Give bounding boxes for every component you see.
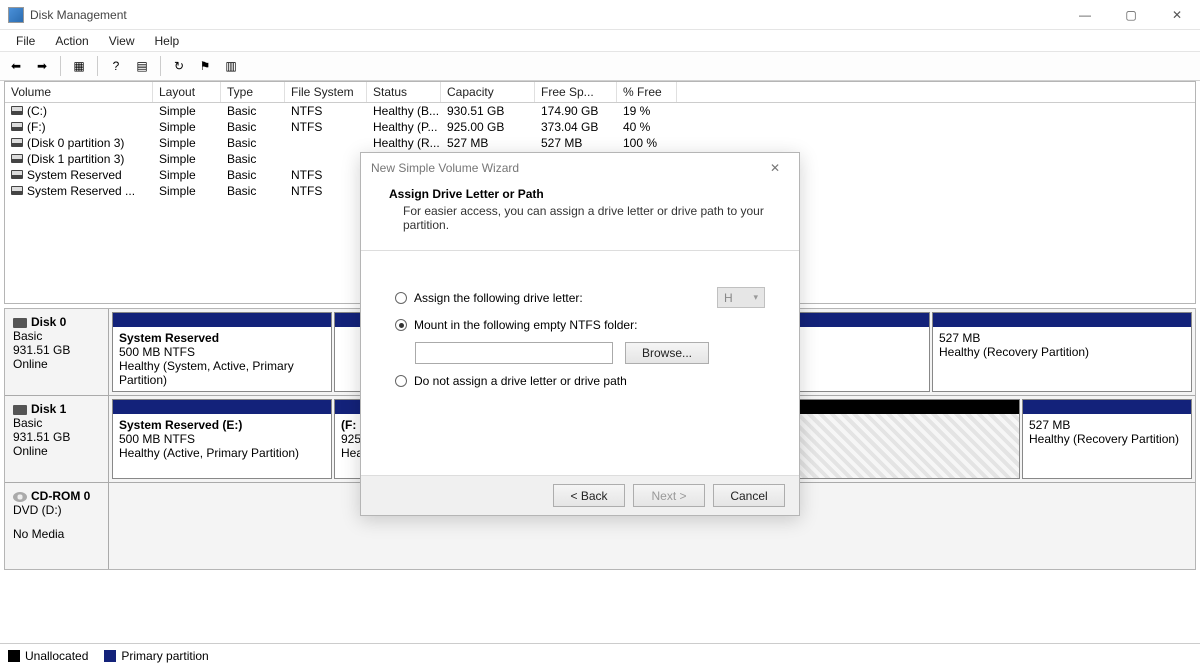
disk-info[interactable]: CD-ROM 0 DVD (D:) No Media — [5, 483, 109, 569]
col-cap[interactable]: Capacity — [441, 82, 535, 102]
mount-folder-input[interactable] — [415, 342, 613, 364]
properties-icon[interactable]: ▤ — [130, 55, 154, 77]
partition-header — [335, 400, 363, 414]
cancel-button[interactable]: Cancel — [713, 484, 785, 507]
volume-row[interactable]: (F:) SimpleBasicNTFSHealthy (P...925.00 … — [5, 119, 1195, 135]
menu-file[interactable]: File — [6, 32, 45, 50]
label-mount-folder: Mount in the following empty NTFS folder… — [414, 318, 637, 332]
menu-view[interactable]: View — [99, 32, 145, 50]
partition[interactable]: 527 MB Healthy (Recovery Partition) — [1022, 399, 1192, 479]
partition-header — [1023, 400, 1191, 414]
dialog-heading: Assign Drive Letter or Path — [389, 187, 779, 201]
drive-letter-combo: H▾ — [717, 287, 765, 308]
drive-icon — [11, 186, 23, 195]
partition[interactable]: 527 MB Healthy (Recovery Partition) — [932, 312, 1192, 392]
back-icon[interactable]: ⬅ — [4, 55, 28, 77]
label-no-assign: Do not assign a drive letter or drive pa… — [414, 374, 627, 388]
volume-row[interactable]: (C:) SimpleBasicNTFSHealthy (B...930.51 … — [5, 103, 1195, 119]
swatch-primary — [104, 650, 116, 662]
partition[interactable]: System Reserved 500 MB NTFS Healthy (Sys… — [112, 312, 332, 392]
radio-no-assign[interactable] — [395, 375, 407, 387]
partition[interactable]: System Reserved (E:) 500 MB NTFS Healthy… — [112, 399, 332, 479]
disk-icon — [13, 405, 27, 415]
flag-icon[interactable]: ⚑ — [193, 55, 217, 77]
toolbar: ⬅ ➡ ▦ ? ▤ ↻ ⚑ ▥ — [0, 52, 1200, 81]
window-title: Disk Management — [30, 8, 1062, 22]
disk-info[interactable]: Disk 1 Basic 931.51 GB Online — [5, 396, 109, 482]
close-button[interactable]: ✕ — [1154, 0, 1200, 30]
drive-icon — [11, 154, 23, 163]
col-type[interactable]: Type — [221, 82, 285, 102]
radio-assign-letter[interactable] — [395, 292, 407, 304]
col-status[interactable]: Status — [367, 82, 441, 102]
swatch-unallocated — [8, 650, 20, 662]
disk-mgmt-icon — [8, 7, 24, 23]
partition-header — [113, 313, 331, 327]
next-button[interactable]: Next > — [633, 484, 705, 507]
wizard-dialog: New Simple Volume Wizard ✕ Assign Drive … — [360, 152, 800, 516]
refresh-icon[interactable]: ↻ — [167, 55, 191, 77]
col-fs[interactable]: File System — [285, 82, 367, 102]
help-icon[interactable]: ? — [104, 55, 128, 77]
list-icon[interactable]: ▥ — [219, 55, 243, 77]
disk-icon — [13, 318, 27, 328]
back-button[interactable]: < Back — [553, 484, 625, 507]
radio-mount-folder[interactable] — [395, 319, 407, 331]
maximize-button[interactable]: ▢ — [1108, 0, 1154, 30]
col-free[interactable]: Free Sp... — [535, 82, 617, 102]
browse-button[interactable]: Browse... — [625, 342, 709, 364]
minimize-button[interactable]: — — [1062, 0, 1108, 30]
cdrom-icon — [13, 492, 27, 502]
drive-icon — [11, 138, 23, 147]
show-hide-icon[interactable]: ▦ — [67, 55, 91, 77]
col-volume[interactable]: Volume — [5, 82, 153, 102]
disk-info[interactable]: Disk 0 Basic 931.51 GB Online — [5, 309, 109, 395]
dialog-title: New Simple Volume Wizard — [371, 161, 519, 175]
menu-action[interactable]: Action — [45, 32, 98, 50]
partition-header — [933, 313, 1191, 327]
menu-help[interactable]: Help — [145, 32, 190, 50]
dialog-subheading: For easier access, you can assign a driv… — [389, 204, 779, 232]
volume-row[interactable]: (Disk 0 partition 3) SimpleBasicHealthy … — [5, 135, 1195, 151]
titlebar: Disk Management — ▢ ✕ — [0, 0, 1200, 30]
col-pf[interactable]: % Free — [617, 82, 677, 102]
menubar: File Action View Help — [0, 30, 1200, 52]
forward-icon[interactable]: ➡ — [30, 55, 54, 77]
legend: Unallocated Primary partition — [0, 643, 1200, 667]
label-assign-letter: Assign the following drive letter: — [414, 291, 717, 305]
drive-icon — [11, 122, 23, 131]
drive-icon — [11, 170, 23, 179]
volume-header: Volume Layout Type File System Status Ca… — [5, 82, 1195, 103]
col-layout[interactable]: Layout — [153, 82, 221, 102]
partition-header — [113, 400, 331, 414]
dialog-close-button[interactable]: ✕ — [761, 157, 789, 179]
drive-icon — [11, 106, 23, 115]
